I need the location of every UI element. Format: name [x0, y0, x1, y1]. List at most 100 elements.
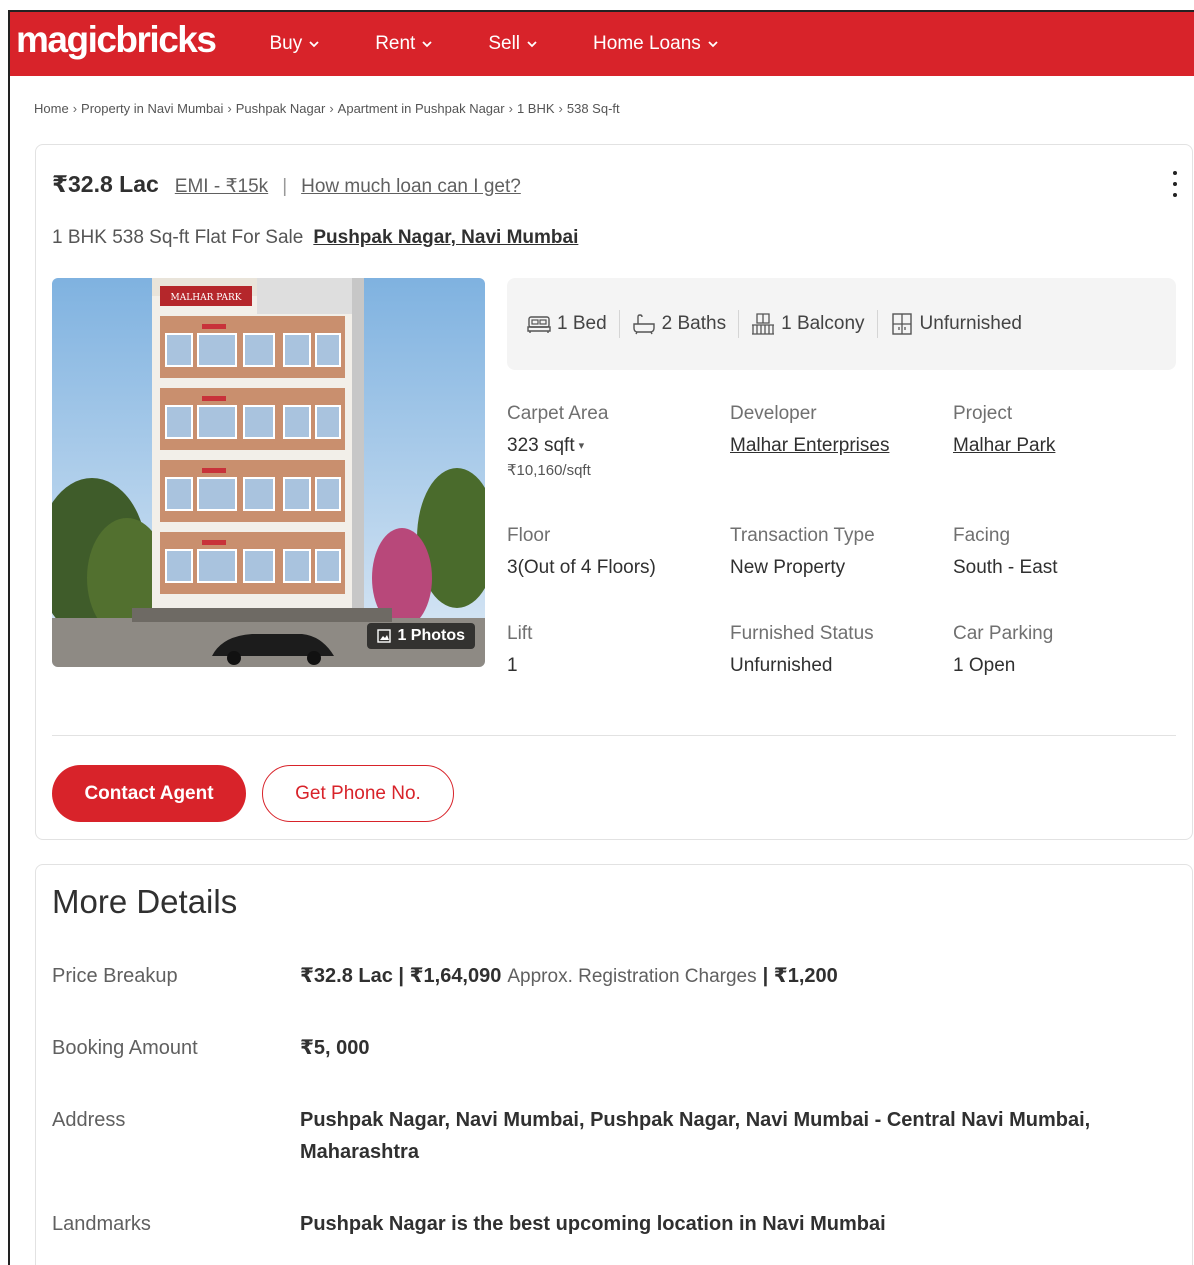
contact-agent-button[interactable]: Contact Agent	[52, 765, 246, 822]
listing-card: ₹32.8 Lac EMI - ₹15k | How much loan can…	[35, 144, 1193, 840]
listing-title: 1 BHK 538 Sq-ft Flat For Sale Pushpak Na…	[52, 227, 578, 249]
breadcrumb-home[interactable]: Home	[34, 101, 69, 116]
more-options-icon[interactable]	[1170, 171, 1180, 197]
address-value: Pushpak Nagar, Navi Mumbai, Pushpak Naga…	[300, 1109, 1091, 1163]
facing-label: Facing	[953, 525, 1011, 546]
building-image: MALHAR PARK	[52, 278, 485, 667]
loan-eligibility-link[interactable]: How much loan can I get?	[301, 176, 521, 198]
chevron-down-icon	[527, 41, 537, 48]
lift-label: Lift	[507, 623, 533, 644]
amenity-bath-label: 2 Baths	[661, 313, 727, 334]
furnishing-icon	[891, 313, 912, 335]
photo-count: 1 Photos	[397, 627, 465, 644]
top-header: magicbricks Buy Rent Sell Home Loans	[10, 12, 1194, 76]
breadcrumb-bhk[interactable]: 1 BHK	[517, 101, 555, 116]
nav-rent[interactable]: Rent	[375, 33, 433, 55]
summary-lift: Lift 1	[507, 623, 730, 677]
property-photo[interactable]: MALHAR PARK 1 Photos	[52, 278, 485, 667]
price-breakup-registration: ₹1,64,090	[409, 965, 502, 987]
building-sign: MALHAR PARK	[171, 293, 242, 303]
breadcrumb: Home › Property in Navi Mumbai › Pushpak…	[10, 76, 1194, 140]
nav-buy[interactable]: Buy	[269, 33, 320, 55]
breadcrumb-locality[interactable]: Pushpak Nagar	[236, 101, 326, 116]
price-separator: |	[282, 176, 288, 197]
nav-rent-label: Rent	[375, 33, 416, 54]
carpet-area-label: Carpet Area	[507, 403, 609, 424]
project-label: Project	[953, 403, 1013, 424]
transaction-type-label: Transaction Type	[730, 525, 875, 546]
landmarks-value: Pushpak Nagar is the best upcoming locat…	[300, 1213, 886, 1235]
card-divider	[52, 735, 1176, 736]
address-label: Address	[52, 1109, 126, 1131]
summary-project: Project Malhar Park	[953, 403, 1176, 457]
page-frame: magicbricks Buy Rent Sell Home Loans Hom…	[8, 10, 1194, 1265]
summary-transaction-type: Transaction Type New Property	[730, 525, 953, 579]
amenity-furnishing: Unfurnished	[878, 313, 1034, 335]
carpet-area-value: 323 sqft	[507, 435, 575, 456]
project-link[interactable]: Malhar Park	[953, 435, 1176, 457]
photo-count-badge[interactable]: 1 Photos	[367, 623, 475, 649]
summary-facing: Facing South - East	[953, 525, 1176, 579]
nav-buy-label: Buy	[269, 33, 303, 54]
amenity-balcony: 1 Balcony	[739, 313, 876, 335]
floor-label: Floor	[507, 525, 551, 546]
booking-amount-value: ₹5, 000	[300, 1037, 370, 1059]
landmarks-label: Landmarks	[52, 1213, 151, 1235]
magicbricks-logo[interactable]: magicbricks	[16, 19, 217, 61]
amenities-bar: 1 Bed 2 Baths 1 Balcony Unfurnished	[507, 278, 1176, 370]
summary-car-parking: Car Parking 1 Open	[953, 623, 1176, 677]
floor-value: 3(Out of 4 Floors)	[507, 557, 656, 578]
breadcrumb-separator: ›	[72, 100, 78, 116]
amenity-furnishing-label: Unfurnished	[919, 313, 1022, 334]
nav-home-loans-label: Home Loans	[593, 33, 701, 54]
furnished-status-value: Unfurnished	[730, 655, 833, 676]
transaction-type-value: New Property	[730, 557, 846, 578]
balcony-icon	[752, 313, 775, 335]
summary-carpet-area: Carpet Area 323 sqft ▾ ₹10,160/sqft	[507, 403, 730, 479]
amenity-bed-label: 1 Bed	[557, 313, 607, 334]
price-breakup-label: Price Breakup	[52, 965, 178, 987]
nav-sell-label: Sell	[488, 33, 521, 54]
lift-value: 1	[507, 655, 518, 676]
listing-location-link[interactable]: Pushpak Nagar, Navi Mumbai	[313, 227, 578, 249]
amenity-bath: 2 Baths	[620, 313, 738, 335]
nav-home-loans[interactable]: Home Loans	[593, 33, 719, 55]
breadcrumb-property-city[interactable]: Property in Navi Mumbai	[81, 101, 223, 116]
price-breakup-value: ₹32.8 Lac | ₹1,64,090 Approx. Registratio…	[300, 965, 838, 987]
breadcrumb-separator: ›	[508, 100, 513, 116]
breadcrumb-area: 538 Sq-ft	[566, 100, 620, 116]
detail-row-price-breakup: Price Breakup ₹32.8 Lac | ₹1,64,090 Appro…	[52, 965, 1172, 993]
amenity-balcony-label: 1 Balcony	[781, 313, 865, 334]
more-details-card: More Details Price Breakup ₹32.8 Lac | ₹…	[35, 864, 1193, 1265]
chevron-down-icon	[708, 41, 718, 48]
summary-furnished-status: Furnished Status Unfurnished	[730, 623, 953, 677]
detail-row-address: Address Pushpak Nagar, Navi Mumbai, Push…	[52, 1109, 1172, 1168]
breadcrumb-apartment[interactable]: Apartment in Pushpak Nagar	[338, 101, 505, 116]
developer-label: Developer	[730, 403, 817, 424]
developer-link[interactable]: Malhar Enterprises	[730, 435, 953, 457]
breadcrumb-separator: ›	[329, 100, 334, 116]
car-parking-value: 1 Open	[953, 655, 1016, 676]
car-parking-label: Car Parking	[953, 623, 1054, 644]
facing-value: South - East	[953, 557, 1058, 578]
booking-amount-label: Booking Amount	[52, 1037, 198, 1059]
listing-price: ₹32.8 Lac	[52, 171, 159, 197]
chevron-down-icon	[422, 41, 432, 48]
summary-floor: Floor 3(Out of 4 Floors)	[507, 525, 730, 579]
caret-down-icon[interactable]: ▾	[579, 440, 585, 452]
amenity-bed: 1 Bed	[515, 313, 619, 335]
more-details-title: More Details	[52, 883, 238, 920]
breadcrumb-separator: ›	[227, 100, 232, 116]
bath-icon	[632, 314, 655, 335]
get-phone-button[interactable]: Get Phone No.	[262, 765, 454, 822]
chevron-down-icon	[309, 41, 319, 48]
nav-sell[interactable]: Sell	[488, 33, 538, 55]
bed-icon	[527, 316, 551, 333]
image-icon	[377, 629, 392, 643]
detail-row-booking-amount: Booking Amount ₹5, 000	[52, 1037, 1172, 1064]
price-breakup-price: ₹32.8 Lac	[300, 965, 393, 987]
furnished-status-label: Furnished Status	[730, 623, 874, 644]
price-row: ₹32.8 Lac EMI - ₹15k | How much loan can…	[52, 171, 521, 198]
breadcrumb-separator: ›	[558, 100, 563, 116]
emi-link[interactable]: EMI - ₹15k	[175, 175, 268, 198]
